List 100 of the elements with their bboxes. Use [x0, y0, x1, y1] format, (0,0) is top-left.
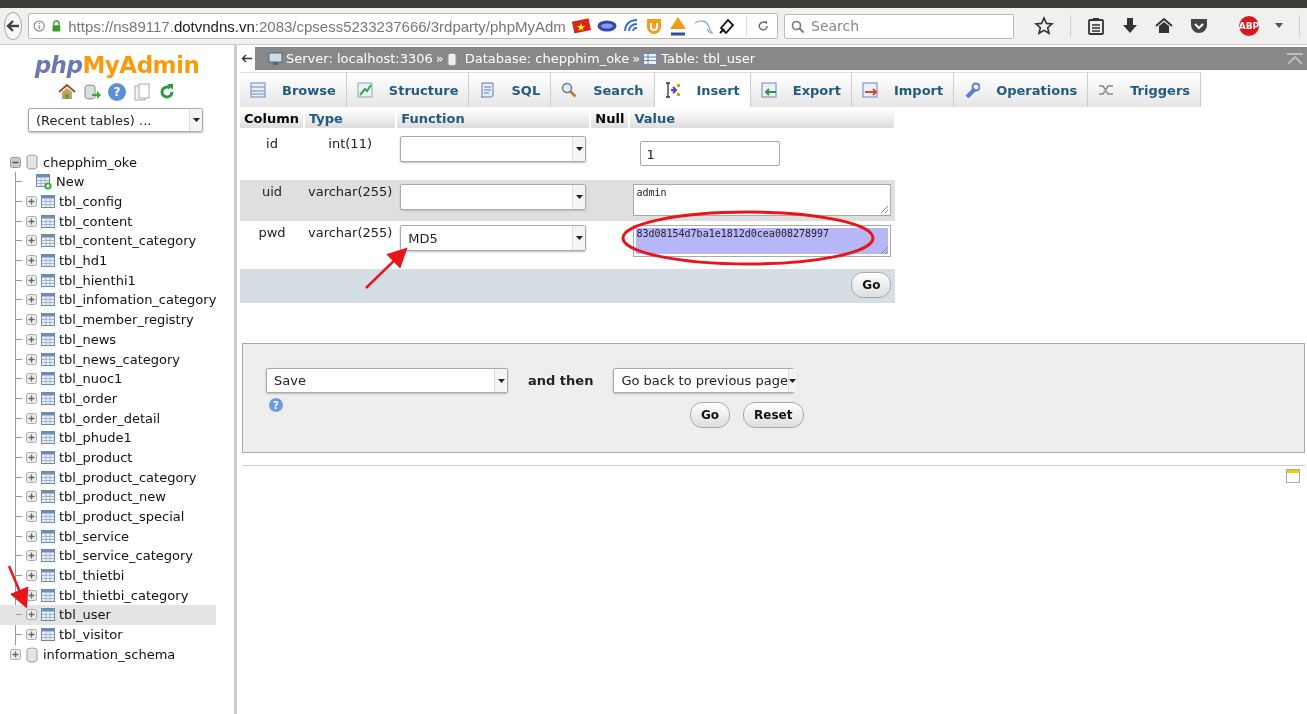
tab[interactable]: Operations — [954, 72, 1089, 107]
table-icon[interactable] — [41, 352, 55, 366]
table-name[interactable]: tbl_thietbi — [59, 568, 125, 584]
table-name[interactable]: tbl_product_new — [59, 489, 166, 505]
breadcrumb-link[interactable]: Server: localhost:3306 — [286, 51, 433, 66]
function-dropdown[interactable]: MD5 — [400, 225, 587, 251]
expand-toggle[interactable] — [26, 373, 37, 385]
tab[interactable]: Insert — [654, 72, 751, 107]
eraser-icon[interactable] — [717, 17, 736, 35]
table-icon[interactable] — [41, 254, 55, 268]
oval-icon[interactable] — [596, 20, 617, 32]
collapse-button[interactable] — [237, 47, 255, 70]
table-icon[interactable] — [41, 273, 55, 287]
tab[interactable]: Structure — [346, 72, 470, 107]
table-name[interactable]: tbl_member_registry — [59, 312, 194, 328]
expand-toggle[interactable] — [26, 196, 37, 208]
tab[interactable]: Triggers — [1088, 72, 1202, 107]
table-name[interactable]: tbl_thietbi_category — [59, 587, 189, 603]
expand-toggle[interactable] — [26, 491, 37, 503]
home-icon[interactable] — [58, 83, 76, 101]
expand-toggle[interactable] — [26, 215, 37, 227]
table-name[interactable]: tbl_product_special — [59, 509, 185, 525]
table-icon[interactable] — [41, 214, 55, 228]
table-name[interactable]: tbl_user — [59, 607, 111, 623]
table-name[interactable]: tbl_hd1 — [59, 253, 108, 269]
expand-toggle[interactable] — [26, 255, 37, 267]
expand-toggle[interactable] — [26, 294, 37, 306]
star-icon[interactable] — [1034, 16, 1054, 36]
table-name[interactable]: tbl_config — [59, 194, 123, 210]
breadcrumb-link[interactable]: Table: tbl_user — [661, 51, 756, 66]
phpmyadmin-logo[interactable]: phpMyAdmin — [0, 52, 234, 78]
expand-toggle[interactable] — [26, 412, 37, 424]
tab[interactable]: Search — [551, 72, 655, 107]
tab[interactable]: Export — [750, 72, 852, 107]
pocket-icon[interactable] — [1189, 17, 1209, 35]
table-icon[interactable] — [41, 470, 55, 484]
expand-toggle[interactable] — [10, 649, 21, 660]
table-name[interactable]: tbl_nuoc1 — [59, 371, 123, 387]
table-icon[interactable] — [41, 234, 55, 248]
table-icon[interactable] — [41, 628, 55, 642]
table-name[interactable]: tbl_infomation_category — [59, 292, 217, 308]
value-field[interactable]: 1 — [640, 141, 781, 166]
table-name[interactable]: tbl_visitor — [59, 627, 123, 643]
table-icon[interactable] — [41, 313, 55, 327]
reload-icon[interactable] — [756, 18, 769, 34]
new-table-link[interactable]: New — [56, 174, 85, 190]
table-icon[interactable] — [41, 391, 55, 405]
tab[interactable]: SQL — [469, 72, 552, 107]
table-name[interactable]: tbl_content_category — [59, 233, 197, 249]
home-icon[interactable] — [1155, 17, 1173, 35]
table-icon[interactable] — [41, 411, 55, 425]
expand-toggle[interactable] — [26, 471, 37, 483]
expand-toggle[interactable] — [26, 235, 37, 247]
tab[interactable]: Browse — [240, 72, 347, 107]
expand-toggle[interactable] — [26, 629, 37, 641]
table-icon[interactable] — [41, 332, 55, 346]
database-name[interactable]: information_schema — [43, 647, 176, 662]
table-name[interactable]: tbl_product_category — [59, 469, 197, 485]
expand-toggle[interactable] — [26, 451, 37, 463]
table-icon[interactable] — [41, 549, 55, 563]
go-button[interactable]: Go — [851, 272, 892, 298]
value-textarea[interactable]: 83d08154d7ba1e1812d0cea008278997 — [633, 225, 892, 257]
table-name[interactable]: tbl_news_category — [59, 351, 181, 367]
table-name[interactable]: tbl_phude1 — [59, 430, 132, 446]
form-button[interactable]: Go — [690, 402, 731, 428]
table-row-highlight[interactable]: tbl_user — [0, 605, 216, 625]
new-table-icon[interactable] — [36, 173, 52, 190]
refresh-icon[interactable] — [158, 83, 176, 101]
table-icon[interactable] — [41, 195, 55, 209]
collapse-toggle[interactable] — [10, 156, 21, 168]
expand-toggle[interactable] — [26, 530, 37, 542]
table-icon[interactable] — [41, 372, 55, 386]
expand-toggle[interactable] — [26, 570, 37, 582]
table-name[interactable]: tbl_service_category — [59, 548, 193, 564]
breadcrumb-link[interactable]: Database: chepphim_oke — [464, 51, 630, 66]
sail-icon[interactable] — [667, 16, 688, 36]
table-icon[interactable] — [41, 490, 55, 504]
database-name[interactable]: chepphim_oke — [43, 154, 137, 170]
expand-toggle[interactable] — [26, 353, 37, 365]
clipboard-list-icon[interactable] — [1087, 17, 1105, 35]
database-arrow-icon[interactable] — [83, 83, 101, 101]
expand-toggle[interactable] — [26, 432, 37, 444]
value-textarea[interactable]: admin — [633, 184, 892, 216]
expand-toggle[interactable] — [26, 589, 37, 601]
table-icon[interactable] — [41, 608, 55, 622]
recent-tables-dropdown[interactable]: (Recent tables) ... — [28, 108, 203, 132]
expand-toggle[interactable] — [26, 550, 37, 562]
expand-toggle[interactable] — [26, 511, 37, 523]
expand-toggle[interactable] — [26, 609, 37, 621]
expand-toggle[interactable] — [26, 333, 37, 345]
flag-icon[interactable] — [571, 17, 592, 35]
table-icon[interactable] — [41, 569, 55, 583]
table-name[interactable]: tbl_hienthi1 — [59, 272, 136, 288]
table-name[interactable]: tbl_order_detail — [59, 410, 161, 426]
expand-toggle[interactable] — [26, 274, 37, 286]
table-icon[interactable] — [41, 293, 55, 307]
expand-toggle[interactable] — [26, 392, 37, 404]
tab[interactable]: Import — [851, 72, 955, 107]
table-name[interactable]: tbl_product — [59, 449, 133, 465]
adblock-badge[interactable]: ABP — [1239, 16, 1259, 36]
